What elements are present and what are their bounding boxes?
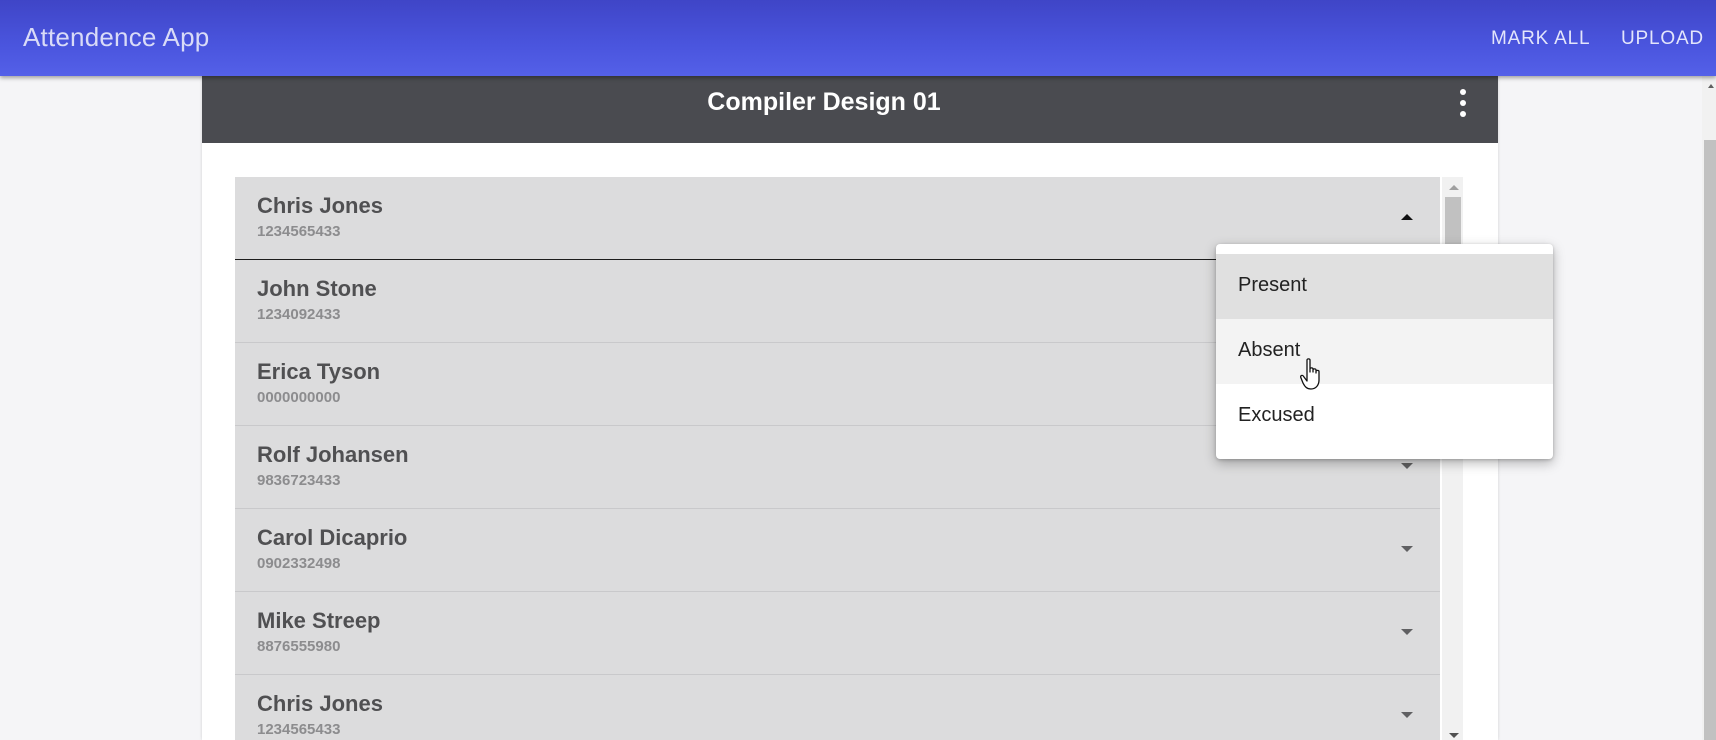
more-vert-icon[interactable] (1454, 89, 1472, 117)
student-item[interactable]: Carol Dicaprio 0902332498 (235, 509, 1440, 592)
upload-button[interactable]: UPLOAD (1621, 28, 1704, 50)
menu-item-label: Absent (1238, 339, 1301, 361)
hand-cursor-icon (1300, 358, 1320, 390)
menu-item-excused[interactable]: Excused (1216, 384, 1553, 449)
caret-up-icon[interactable] (1401, 214, 1413, 220)
caret-down-icon[interactable] (1401, 712, 1413, 718)
student-id: 0902332498 (257, 555, 341, 572)
student-name: Carol Dicaprio (257, 525, 408, 550)
student-name: Chris Jones (257, 691, 383, 716)
menu-item-label: Present (1238, 274, 1307, 296)
status-dropdown-menu: Present Absent Excused (1216, 244, 1553, 459)
scroll-up-arrow-icon[interactable] (1708, 84, 1714, 88)
scrollbar-thumb[interactable] (1704, 140, 1716, 740)
mark-all-button[interactable]: MARK ALL (1491, 28, 1590, 50)
student-name: Erica Tyson (257, 359, 381, 384)
class-title: Compiler Design 01 (707, 88, 941, 116)
menu-item-present[interactable]: Present (1216, 254, 1553, 319)
student-id: 1234565433 (257, 223, 341, 240)
card-header: Compiler Design 01 (202, 76, 1498, 143)
page-scrollbar[interactable] (1702, 76, 1716, 740)
student-id: 8876555980 (257, 638, 341, 655)
student-name: Chris Jones (257, 193, 383, 218)
scroll-down-arrow-icon[interactable] (1449, 733, 1459, 738)
caret-down-icon[interactable] (1401, 546, 1413, 552)
student-item[interactable]: Chris Jones 1234565433 (235, 675, 1440, 740)
student-name: Mike Streep (257, 608, 381, 633)
student-item[interactable]: Mike Streep 8876555980 (235, 592, 1440, 675)
menu-item-label: Excused (1238, 404, 1315, 426)
menu-item-absent[interactable]: Absent (1216, 319, 1553, 384)
student-name: Rolf Johansen (257, 442, 409, 467)
app-bar: Attendence App MARK ALL UPLOAD (0, 0, 1716, 76)
caret-down-icon[interactable] (1401, 629, 1413, 635)
app-title: Attendence App (23, 22, 210, 52)
student-id: 0000000000 (257, 389, 341, 406)
student-id: 1234092433 (257, 306, 341, 323)
scroll-up-arrow-icon[interactable] (1449, 185, 1459, 190)
student-id: 1234565433 (257, 721, 341, 738)
student-name: John Stone (257, 276, 377, 301)
student-id: 9836723433 (257, 472, 341, 489)
caret-down-icon[interactable] (1401, 463, 1413, 469)
